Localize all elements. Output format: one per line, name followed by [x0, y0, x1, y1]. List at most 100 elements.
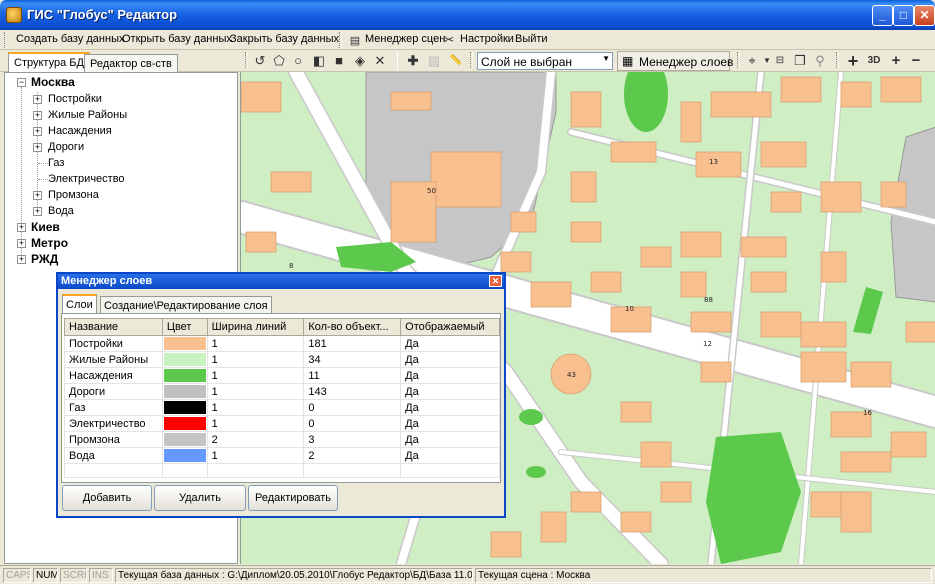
- view-3d-button[interactable]: 3D: [865, 53, 883, 69]
- tree-item-industrial[interactable]: Промзона: [48, 189, 99, 201]
- color-swatch[interactable]: [163, 353, 206, 366]
- delete-layer-button[interactable]: Удалить: [154, 485, 246, 511]
- close-window-button[interactable]: ✕: [914, 5, 935, 26]
- tree-item-electricity[interactable]: Электричество: [48, 173, 125, 185]
- cube-icon[interactable]: ◧: [311, 53, 327, 69]
- tree-root-rzd[interactable]: РЖД: [31, 252, 58, 266]
- expand-icon[interactable]: +: [33, 127, 42, 136]
- layer-visible-cell[interactable]: Да: [400, 431, 500, 448]
- tree-root-metro[interactable]: Метро: [31, 236, 68, 250]
- collapse-moscow[interactable]: −: [17, 78, 26, 87]
- hatch-icon[interactable]: ▨: [426, 53, 442, 69]
- layer-count-cell[interactable]: 181: [303, 335, 402, 352]
- layer-name-cell[interactable]: Промзона: [64, 431, 163, 448]
- toolbar-grip[interactable]: [4, 32, 7, 48]
- layer-color-cell[interactable]: [161, 383, 208, 400]
- layer-visible-cell[interactable]: Да: [400, 415, 500, 432]
- eraser-icon[interactable]: ◈: [352, 53, 368, 69]
- toolbar-grip[interactable]: [737, 52, 740, 68]
- lasso-icon[interactable]: ↺: [252, 53, 268, 69]
- tree-item-water[interactable]: Вода: [48, 205, 74, 217]
- layer-count-cell[interactable]: 34: [303, 351, 402, 368]
- table-row[interactable]: Газ 1 0 Да: [64, 399, 500, 416]
- layer-width-cell[interactable]: 2: [206, 431, 305, 448]
- tab-db-structure[interactable]: Структура БД: [8, 52, 90, 73]
- color-swatch[interactable]: [163, 449, 206, 462]
- expand-icon[interactable]: +: [33, 111, 42, 120]
- menu-scene-manager[interactable]: Менеджер сцен: [365, 33, 445, 45]
- layer-visible-cell[interactable]: Да: [400, 383, 500, 400]
- layer-name-cell[interactable]: Постройки: [64, 335, 163, 352]
- layer-width-cell[interactable]: 1: [206, 335, 305, 352]
- layer-color-cell[interactable]: [161, 415, 208, 432]
- maximize-button[interactable]: □: [893, 5, 914, 26]
- layer-name-cell[interactable]: Электричество: [64, 415, 163, 432]
- layer-count-cell[interactable]: 2: [303, 447, 402, 464]
- layer-width-cell[interactable]: 1: [206, 447, 305, 464]
- table-row[interactable]: Постройки 1 181 Да: [64, 335, 500, 352]
- add-layer-button[interactable]: Добавить: [62, 485, 152, 511]
- tree-item-residential[interactable]: Жилые Районы: [48, 109, 127, 121]
- color-swatch[interactable]: [163, 337, 206, 350]
- tree-root-moscow[interactable]: Москва: [31, 75, 75, 89]
- color-swatch[interactable]: [163, 417, 206, 430]
- expand-icon[interactable]: +: [33, 143, 42, 152]
- col-object-count[interactable]: Кол-во объект...: [303, 318, 402, 336]
- layer-count-cell[interactable]: 0: [303, 415, 402, 432]
- tree-item-buildings[interactable]: Постройки: [48, 93, 102, 105]
- toolbar-grip[interactable]: [836, 52, 839, 68]
- color-swatch[interactable]: [163, 433, 206, 446]
- menu-exit[interactable]: Выйти: [515, 33, 548, 45]
- layer-select[interactable]: Слой не выбран ▼: [477, 52, 613, 70]
- tree-item-plantings[interactable]: Насаждения: [48, 125, 112, 137]
- tab-create-edit-layer[interactable]: Создание\Редактирование слоя: [100, 296, 272, 313]
- col-line-width[interactable]: Ширина линий: [206, 318, 305, 336]
- layer-color-cell[interactable]: [161, 335, 208, 352]
- menu-close-db[interactable]: Закрыть базу данных: [230, 33, 339, 45]
- color-swatch[interactable]: [163, 369, 206, 382]
- edit-layer-button[interactable]: Редактировать: [248, 485, 338, 511]
- col-color[interactable]: Цвет: [161, 318, 208, 336]
- layer-visible-cell[interactable]: Да: [400, 447, 500, 464]
- expand-icon[interactable]: +: [17, 255, 26, 264]
- menu-open-db[interactable]: Открыть базу данных: [122, 33, 232, 45]
- chevron-down-icon[interactable]: ▼: [602, 54, 610, 63]
- table-row[interactable]: Жилые Районы 1 34 Да: [64, 351, 500, 368]
- circle-icon[interactable]: ○: [290, 53, 306, 69]
- table-row[interactable]: Вода 1 2 Да: [64, 447, 500, 464]
- expand-icon[interactable]: +: [33, 95, 42, 104]
- layer-visible-cell[interactable]: Да: [400, 335, 500, 352]
- layer-count-cell[interactable]: 3: [303, 431, 402, 448]
- layer-name-cell[interactable]: Насаждения: [64, 367, 163, 384]
- layer-width-cell[interactable]: 1: [206, 415, 305, 432]
- col-name[interactable]: Название: [64, 318, 163, 336]
- tree-item-gas[interactable]: Газ: [48, 157, 64, 169]
- copy-icon[interactable]: ❐: [792, 53, 808, 69]
- ruler-icon[interactable]: 📏: [448, 53, 464, 69]
- minimize-button[interactable]: _: [872, 5, 893, 26]
- table-row[interactable]: Электричество 1 0 Да: [64, 415, 500, 432]
- delete-x-icon[interactable]: ✕: [372, 53, 388, 69]
- layer-name-cell[interactable]: Жилые Районы: [64, 351, 163, 368]
- scene-manager-icon[interactable]: ▤: [347, 33, 363, 49]
- expand-icon[interactable]: +: [33, 191, 42, 200]
- crosshair-icon[interactable]: +: [845, 52, 861, 70]
- dialog-close-button[interactable]: ✕: [489, 275, 502, 287]
- tree-item-roads[interactable]: Дороги: [48, 141, 84, 153]
- tab-layers[interactable]: Слои: [62, 294, 97, 313]
- layer-width-cell[interactable]: 1: [206, 367, 305, 384]
- layer-color-cell[interactable]: [161, 367, 208, 384]
- layer-visible-cell[interactable]: Да: [400, 351, 500, 368]
- target-icon[interactable]: ⌖: [744, 53, 760, 69]
- expand-icon[interactable]: +: [17, 239, 26, 248]
- layer-name-cell[interactable]: Вода: [64, 447, 163, 464]
- layer-color-cell[interactable]: [161, 447, 208, 464]
- settings-tools-icon[interactable]: ✂: [441, 32, 457, 48]
- layer-name-cell[interactable]: Дороги: [64, 383, 163, 400]
- color-swatch[interactable]: [163, 385, 206, 398]
- bucket-icon[interactable]: ■: [331, 53, 347, 69]
- col-visible[interactable]: Отображаемый: [400, 318, 500, 336]
- layer-color-cell[interactable]: [161, 399, 208, 416]
- add-point-icon[interactable]: ✚: [405, 53, 421, 69]
- zoom-icon[interactable]: ⚲: [812, 53, 828, 69]
